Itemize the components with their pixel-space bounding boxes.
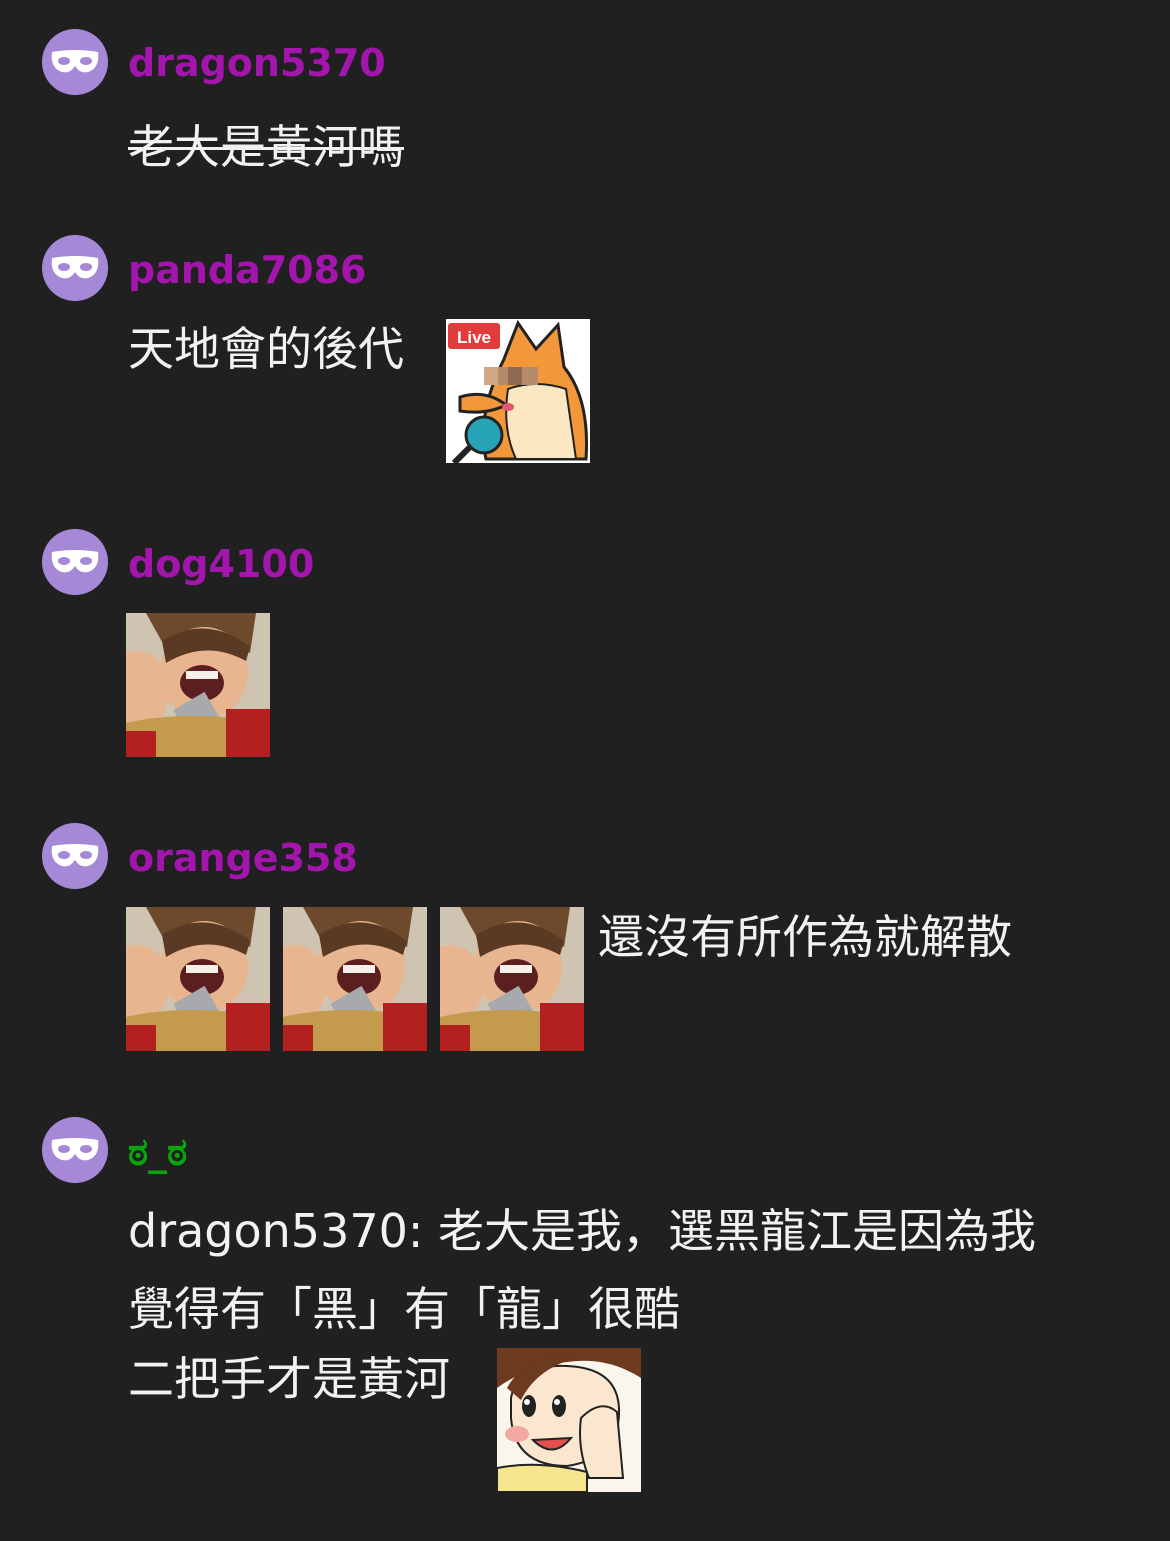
avatar[interactable] [42,29,108,95]
avatar[interactable] [42,235,108,301]
laughing-man-sticker [283,907,427,1051]
message-text: 老大是黃河嗎 [128,120,404,174]
username[interactable]: dragon5370 [128,41,386,85]
avatar[interactable] [42,823,108,889]
username[interactable]: dog4100 [128,542,314,586]
message-text-line: 覺得有「黑」有「龍」很酷 [128,1282,680,1336]
cartoon-girl-whisper-sticker [497,1348,641,1492]
laughing-man-sticker [440,907,584,1051]
avatar[interactable] [42,529,108,595]
laughing-man-sticker [126,907,270,1051]
mask-icon [51,1138,99,1161]
message-text-line: dragon5370: 老大是我，選黑龍江是因為我 [128,1204,1036,1258]
message-text: 還沒有所作為就解散 [598,910,1012,964]
mask-icon [51,550,99,573]
mask-icon [51,50,99,73]
avatar[interactable] [42,1117,108,1183]
laughing-man-sticker [126,613,270,757]
username[interactable]: orange358 [128,836,358,880]
username[interactable]: panda7086 [128,248,367,292]
fox-live-microphone-sticker: Live [446,319,590,463]
username[interactable]: ಠ_ಠ [128,1130,187,1174]
svg-text:Live: Live [457,328,491,347]
mask-icon [51,844,99,867]
message-text: 天地會的後代 [128,322,404,376]
message-text-line: 二把手才是黃河 [128,1352,450,1406]
mask-icon [51,256,99,279]
